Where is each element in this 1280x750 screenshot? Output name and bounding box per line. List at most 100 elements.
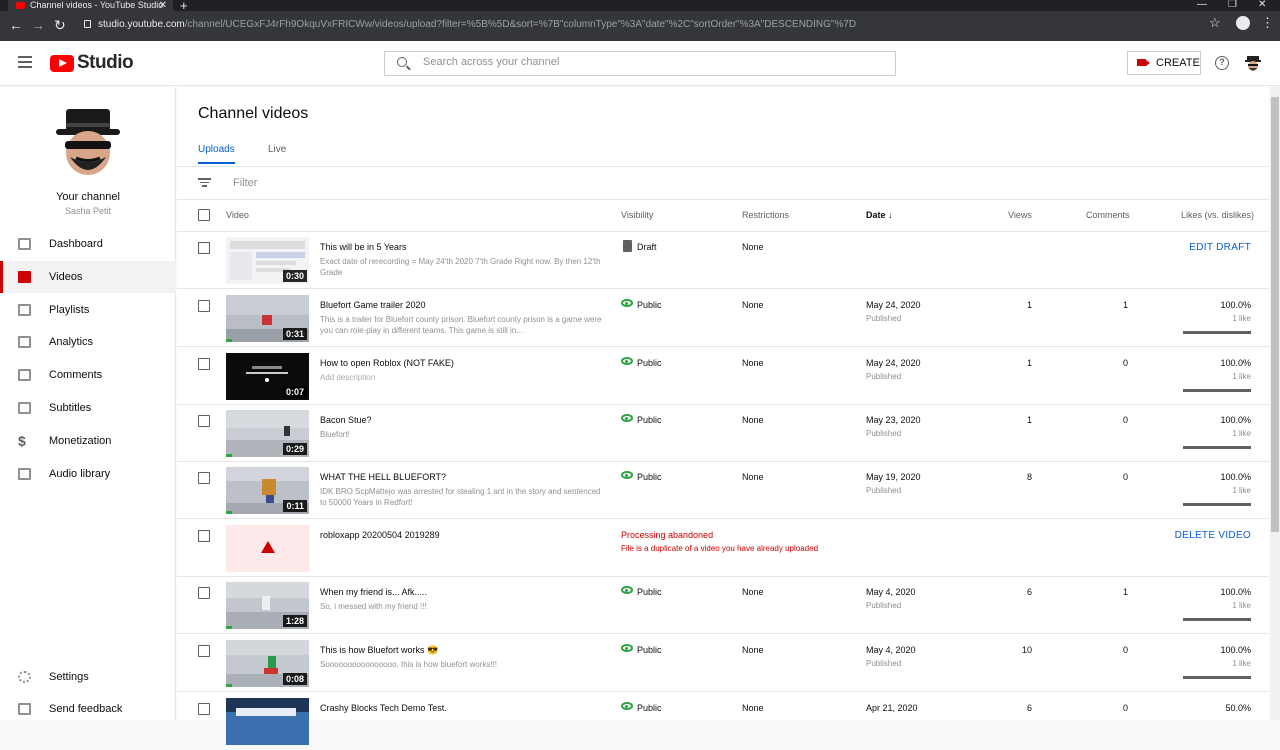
visibility-cell[interactable]: Public [621, 299, 662, 310]
row-checkbox[interactable] [198, 587, 210, 599]
row-checkbox[interactable] [198, 703, 210, 715]
row-checkbox[interactable] [198, 300, 210, 312]
video-description[interactable]: Add description [320, 372, 605, 383]
sidebar-item-settings[interactable]: Settings [0, 661, 176, 693]
video-title[interactable]: Bacon Stue? [320, 415, 372, 425]
video-thumbnail[interactable]: 0:08 [226, 640, 309, 687]
studio-logo-text[interactable]: Studio [77, 52, 134, 74]
row-checkbox[interactable] [198, 472, 210, 484]
table-row[interactable]: 0:07 How to open Roblox (NOT FAKE) Add d… [177, 348, 1269, 405]
address-bar[interactable]: studio.youtube.com/channel/UCEGxFJ4rFh9O… [78, 15, 1228, 37]
search-input[interactable] [423, 56, 863, 68]
table-row[interactable]: 0:29 Bacon Stue? Bluefort! Public None M… [177, 405, 1269, 462]
sidebar-item-audio-library[interactable]: Audio library [0, 458, 176, 490]
your-channel-label[interactable]: Your channel [0, 191, 176, 203]
video-thumbnail[interactable] [226, 698, 309, 745]
tab-live[interactable]: Live [268, 144, 286, 155]
filter-icon[interactable] [198, 178, 211, 187]
visibility-cell[interactable]: Public [621, 644, 662, 655]
reload-icon[interactable]: ↻ [54, 17, 66, 34]
video-thumbnail[interactable]: 0:11 [226, 467, 309, 514]
account-avatar[interactable] [1243, 53, 1263, 73]
column-header-likes[interactable]: Likes (vs. dislikes) [1181, 210, 1254, 220]
table-row[interactable]: 0:31 Bluefort Game trailer 2020 This is … [177, 290, 1269, 347]
table-row[interactable]: 0:11 WHAT THE HELL BLUEFORT? IDK BRO Scp… [177, 462, 1269, 519]
column-header-views[interactable]: Views [1008, 210, 1032, 220]
select-all-checkbox[interactable] [198, 209, 210, 221]
video-thumbnail[interactable]: 1:28 [226, 582, 309, 629]
maximize-icon[interactable]: ❐ [1228, 0, 1237, 10]
table-row[interactable]: 0:30 This will be in 5 Years Exact date … [177, 232, 1269, 289]
video-title[interactable]: This is how Bluefort works 😎 [320, 645, 438, 656]
edit-draft-button[interactable]: EDIT DRAFT [1167, 242, 1251, 253]
row-checkbox[interactable] [198, 645, 210, 657]
column-header-date[interactable]: Date ↓ [866, 210, 893, 220]
visibility-cell[interactable]: Public [621, 471, 662, 482]
video-title[interactable]: robloxapp 20200504 2019289 [320, 530, 440, 540]
browser-menu-icon[interactable]: ⋮ [1261, 15, 1274, 31]
video-title[interactable]: This will be in 5 Years [320, 242, 407, 252]
close-tab-icon[interactable]: ✕ [159, 0, 167, 11]
comments-count[interactable]: 1 [1082, 587, 1128, 597]
create-button[interactable]: CREATE [1127, 51, 1201, 75]
comments-count[interactable]: 0 [1082, 645, 1128, 655]
row-checkbox[interactable] [198, 530, 210, 542]
video-thumbnail[interactable]: 0:30 [226, 237, 309, 284]
eye-icon [621, 414, 633, 422]
sidebar-item-send-feedback[interactable]: Send feedback [0, 693, 176, 725]
search-box[interactable] [384, 51, 896, 76]
extension-icon[interactable] [1236, 16, 1250, 30]
table-row[interactable]: 0:08 This is how Bluefort works 😎 Sooooo… [177, 635, 1269, 692]
video-title[interactable]: When my friend is... Afk..... [320, 587, 427, 597]
table-row[interactable]: robloxapp 20200504 2019289 Processing ab… [177, 520, 1269, 577]
close-window-icon[interactable]: ✕ [1258, 0, 1266, 10]
video-title[interactable]: How to open Roblox (NOT FAKE) [320, 358, 454, 368]
video-thumbnail[interactable]: 0:31 [226, 295, 309, 342]
youtube-logo-icon[interactable] [50, 55, 74, 72]
scrollbar-thumb[interactable] [1271, 97, 1279, 532]
visibility-cell[interactable]: Draft [621, 240, 657, 252]
sidebar-item-videos[interactable]: Videos [0, 261, 176, 293]
visibility-cell[interactable]: Public [621, 414, 662, 425]
sidebar-item-comments[interactable]: Comments [0, 359, 176, 391]
column-header-visibility[interactable]: Visibility [621, 210, 653, 220]
visibility-cell[interactable]: Public [621, 702, 662, 713]
channel-avatar[interactable] [56, 105, 120, 175]
back-icon[interactable]: ← [9, 17, 23, 33]
hamburger-menu-icon[interactable] [18, 56, 32, 68]
row-checkbox[interactable] [198, 242, 210, 254]
video-title[interactable]: Bluefort Game trailer 2020 [320, 300, 426, 310]
restrictions-cell: None [742, 645, 764, 655]
delete-video-button[interactable]: DELETE VIDEO [1167, 530, 1251, 541]
comments-count[interactable]: 1 [1082, 300, 1128, 310]
sidebar-item-analytics[interactable]: Analytics [0, 326, 176, 358]
comments-count[interactable]: 0 [1082, 358, 1128, 368]
comments-count[interactable]: 0 [1082, 703, 1128, 713]
sidebar-item-dashboard[interactable]: Dashboard [0, 228, 176, 260]
video-thumbnail[interactable]: 0:07 [226, 353, 309, 400]
visibility-cell[interactable]: Public [621, 586, 662, 597]
filter-input[interactable]: Filter [233, 177, 257, 189]
column-header-comments[interactable]: Comments [1086, 210, 1130, 220]
table-row[interactable]: 1:28 When my friend is... Afk..... So, i… [177, 577, 1269, 634]
sidebar-item-playlists[interactable]: Playlists [0, 294, 176, 326]
video-title[interactable]: WHAT THE HELL BLUEFORT? [320, 472, 446, 482]
error-description: File is a duplicate of a video you have … [621, 544, 819, 553]
row-checkbox[interactable] [198, 415, 210, 427]
forward-icon[interactable]: → [31, 17, 45, 33]
help-icon[interactable]: ? [1215, 56, 1229, 70]
bookmark-star-icon[interactable]: ☆ [1209, 15, 1221, 31]
video-title[interactable]: Crashy Blocks Tech Demo Test. [320, 703, 447, 713]
comments-count[interactable]: 0 [1082, 472, 1128, 482]
sidebar-item-subtitles[interactable]: Subtitles [0, 392, 176, 424]
video-thumbnail[interactable]: 0:29 [226, 410, 309, 457]
minimize-icon[interactable]: — [1197, 0, 1207, 10]
sidebar-item-monetization[interactable]: $ Monetization [0, 425, 176, 457]
tab-uploads[interactable]: Uploads [198, 144, 235, 155]
table-row[interactable]: Crashy Blocks Tech Demo Test. Public Non… [177, 693, 1269, 750]
comments-count[interactable]: 0 [1082, 415, 1128, 425]
visibility-cell[interactable]: Public [621, 357, 662, 368]
likes-ratio-bar [1183, 446, 1251, 449]
browser-tab[interactable]: Channel videos - YouTube Studio ✕ [8, 0, 173, 11]
row-checkbox[interactable] [198, 358, 210, 370]
